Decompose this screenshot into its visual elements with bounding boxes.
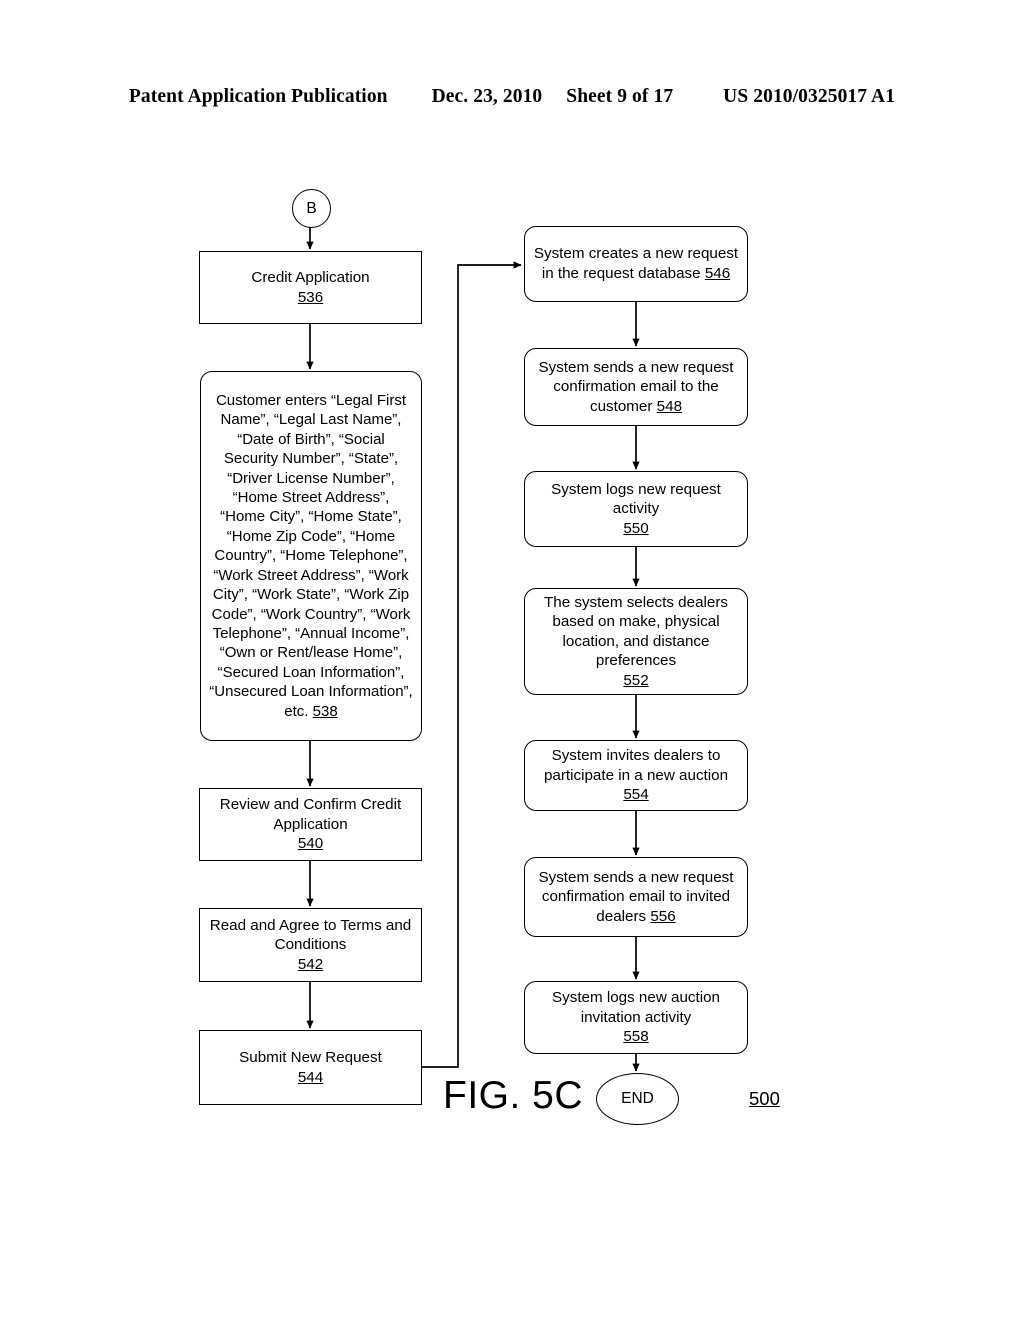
terminator-end: END xyxy=(596,1073,679,1125)
node-536-ref: 536 xyxy=(297,288,324,306)
node-548-body: System sends a new request confirmation … xyxy=(538,358,734,415)
node-552-text: The system selects dealers based on make… xyxy=(543,593,728,670)
process-node-544: Submit New Request 544 xyxy=(199,1030,422,1105)
node-540-text: Review and Confirm Credit Application xyxy=(219,796,402,833)
node-554-text: System invites dealers to participate in… xyxy=(543,747,729,784)
node-558-text: System logs new auction invitation activ… xyxy=(552,989,720,1026)
process-node-546: System creates a new request in the requ… xyxy=(524,226,748,302)
process-node-554: System invites dealers to participate in… xyxy=(524,740,748,811)
node-556-body: System sends a new request confirmation … xyxy=(538,868,734,925)
node-552-ref: 552 xyxy=(623,671,649,689)
node-544-text: Submit New Request xyxy=(239,1048,382,1066)
node-546-text: System creates a new request in the requ… xyxy=(531,244,741,283)
process-node-548: System sends a new request confirmation … xyxy=(524,348,748,426)
process-node-540: Review and Confirm Credit Application 54… xyxy=(199,788,422,861)
node-542-ref: 542 xyxy=(297,955,324,973)
node-550-ref: 550 xyxy=(623,519,649,537)
connector-b: B xyxy=(292,189,331,228)
figure-label: FIG. 5C xyxy=(443,1074,584,1117)
connector-b-label: B xyxy=(306,199,317,217)
terminator-end-label: END xyxy=(621,1090,654,1107)
process-node-558: System logs new auction invitation activ… xyxy=(524,981,748,1054)
process-node-556: System sends a new request confirmation … xyxy=(524,857,748,937)
process-node-550: System logs new request activity 550 xyxy=(524,471,748,547)
node-556-ref: 556 xyxy=(650,907,676,925)
flow-connectors xyxy=(306,226,640,1072)
node-550-text: System logs new request activity xyxy=(551,480,721,518)
node-538-text: Customer enters “Legal First Name”, “Leg… xyxy=(209,391,413,721)
process-node-538: Customer enters “Legal First Name”, “Leg… xyxy=(200,371,422,741)
node-548-ref: 548 xyxy=(656,397,683,415)
process-node-536: Credit Application 536 xyxy=(199,251,422,324)
node-536-text: Credit Application xyxy=(251,268,370,286)
node-538-ref: 538 xyxy=(312,702,338,720)
node-546-ref: 546 xyxy=(704,265,731,282)
node-554-ref: 554 xyxy=(623,786,649,804)
flowchart: B Credit Application 536 Customer enters… xyxy=(0,0,1024,1320)
node-542-text: Read and Agree to Terms and Conditions xyxy=(209,916,412,954)
node-548-text: System sends a new request confirmation … xyxy=(531,358,741,417)
process-node-552: The system selects dealers based on make… xyxy=(524,588,748,695)
process-node-542: Read and Agree to Terms and Conditions 5… xyxy=(199,908,422,982)
node-556-text: System sends a new request confirmation … xyxy=(531,868,741,927)
node-544-ref: 544 xyxy=(297,1068,324,1086)
node-540-ref: 540 xyxy=(297,835,324,853)
node-538-body: Customer enters “Legal First Name”, “Leg… xyxy=(209,392,413,720)
figure-number: 500 xyxy=(749,1088,780,1109)
node-558-ref: 558 xyxy=(623,1028,649,1046)
